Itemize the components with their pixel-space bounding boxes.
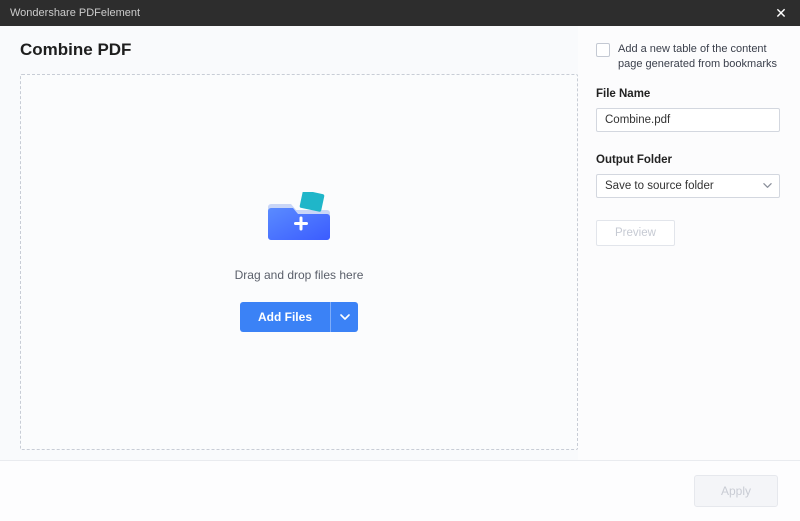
close-icon[interactable]: ✕ — [772, 5, 790, 22]
window-title: Wondershare PDFelement — [10, 7, 140, 19]
titlebar: Wondershare PDFelement ✕ — [0, 0, 800, 26]
filename-label: File Name — [596, 88, 780, 100]
output-folder-select[interactable] — [596, 174, 780, 198]
dropzone-hint: Drag and drop files here — [235, 268, 364, 282]
bookmark-checkbox-row: Add a new table of the content page gene… — [596, 42, 780, 72]
chevron-down-icon — [340, 310, 350, 325]
bookmark-checkbox-label: Add a new table of the content page gene… — [618, 42, 780, 72]
add-folder-icon — [267, 192, 331, 242]
filename-input[interactable] — [596, 108, 780, 132]
preview-button[interactable]: Preview — [596, 220, 675, 246]
left-panel: Combine PDF Drag and dr — [0, 26, 578, 460]
add-files-button[interactable]: Add Files — [240, 302, 330, 332]
apply-button[interactable]: Apply — [694, 475, 778, 507]
right-panel: Add a new table of the content page gene… — [578, 26, 800, 460]
content: Combine PDF Drag and dr — [0, 26, 800, 460]
output-folder-select-wrap — [596, 174, 780, 198]
footer: Apply — [0, 460, 800, 521]
bookmark-checkbox[interactable] — [596, 43, 610, 57]
page-title: Combine PDF — [20, 40, 578, 60]
add-files-dropdown[interactable] — [330, 302, 358, 332]
dropzone[interactable]: Drag and drop files here Add Files — [20, 74, 578, 450]
output-folder-label: Output Folder — [596, 154, 780, 166]
add-files-group: Add Files — [240, 302, 358, 332]
